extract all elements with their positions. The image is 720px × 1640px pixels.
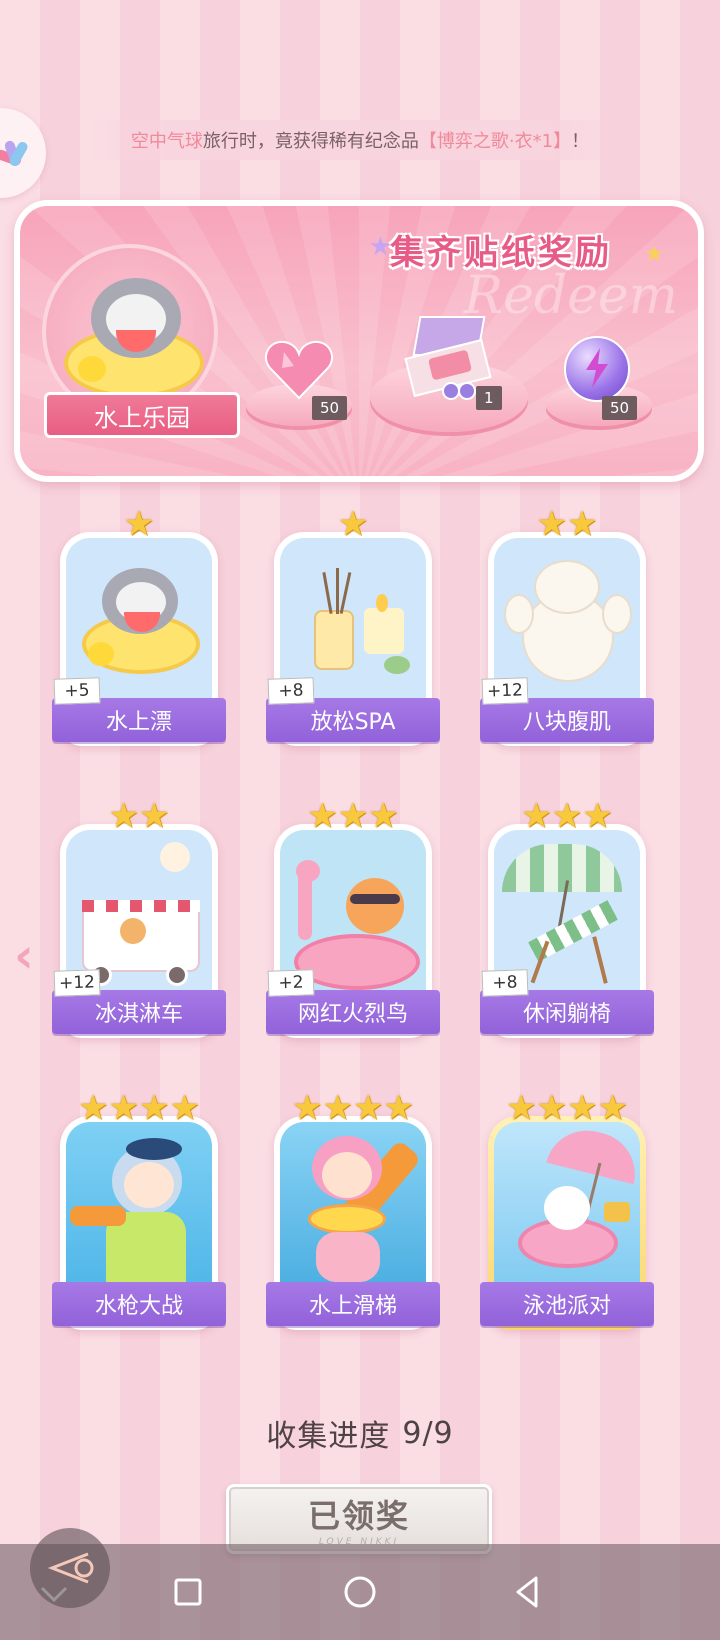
star-icon: ★ xyxy=(337,504,369,544)
sticker-card[interactable]: ★ ★ ★ ★ 水上滑梯 xyxy=(266,1091,440,1332)
star-icon: ★ xyxy=(506,1088,537,1128)
marquee-text: 旅行时，竟获得稀有纪念品 xyxy=(202,131,419,152)
reward-count: 50 xyxy=(602,396,638,420)
star-icon: ★ xyxy=(108,1088,139,1128)
star-icon: ★ xyxy=(322,1088,353,1128)
sticker-bonus: +12 xyxy=(53,969,101,997)
sticker-name: 网红火烈鸟 xyxy=(266,990,440,1034)
marquee-prefix: 空中气球 xyxy=(130,131,203,152)
panel-title: 集齐贴纸奖励 xyxy=(390,232,612,273)
sticker-name: 水枪大战 xyxy=(52,1282,226,1326)
recent-apps-icon[interactable] xyxy=(166,1570,210,1614)
star-icon: ★ xyxy=(353,1088,384,1128)
star-icon: ★ xyxy=(139,796,170,836)
star-icon: ★ xyxy=(78,1088,109,1128)
star-icon: ★ xyxy=(582,796,613,836)
star-rating: ★ xyxy=(52,506,226,542)
back-icon[interactable] xyxy=(506,1570,550,1614)
star-rating: ★ ★ ★ xyxy=(480,798,654,834)
sticker-name: 冰淇淋车 xyxy=(52,990,226,1034)
star-rating: ★ ★ xyxy=(52,798,226,834)
star-rating: ★ ★ ★ xyxy=(266,798,440,834)
star-icon: ★ xyxy=(597,1088,628,1128)
purple-energy-orb-icon[interactable] xyxy=(564,336,630,402)
sticker-image xyxy=(66,1122,212,1292)
collection-progress: 收集进度 9/9 xyxy=(0,1408,720,1458)
sticker-card[interactable]: ★ ★ 冰淇淋车 +12 xyxy=(52,799,226,1040)
star-rating: ★ ★ ★ ★ xyxy=(266,1090,440,1126)
star-icon: ★ xyxy=(536,1088,567,1128)
sticker-bonus: +8 xyxy=(481,969,529,997)
reward-count: 1 xyxy=(476,386,502,410)
gift-box-icon[interactable] xyxy=(402,316,498,400)
star-rating: ★ ★ xyxy=(480,506,654,542)
star-icon: ★ xyxy=(139,1088,170,1128)
sticker-card[interactable]: ★ ★ ★ 网红火烈鸟 +2 xyxy=(266,799,440,1040)
sticker-card[interactable]: ★ ★ ★ ★ 泳池派对 xyxy=(480,1091,654,1332)
announcement-marquee: 空中气球 旅行时，竟获得稀有纪念品 【博弈之歌·衣*1】 ！ xyxy=(90,120,630,160)
star-icon: ★ xyxy=(567,1088,598,1128)
theme-label: 水上乐园 xyxy=(44,392,240,438)
sticker-name: 泳池派对 xyxy=(480,1282,654,1326)
star-icon: ★ xyxy=(292,1088,323,1128)
sticker-bonus: +5 xyxy=(53,677,101,705)
pink-heart-gem-icon[interactable] xyxy=(264,338,334,400)
star-icon: ★ xyxy=(108,796,139,836)
star-icon: ★ xyxy=(536,504,567,544)
star-icon: ★ xyxy=(383,1088,414,1128)
star-icon: ★ xyxy=(123,504,155,544)
sticker-bonus: +12 xyxy=(481,677,529,705)
floating-menu-icon[interactable] xyxy=(0,108,46,198)
claimed-button-label: 已领奖 xyxy=(307,1497,410,1535)
progress-value: 9/9 xyxy=(402,1415,454,1451)
sticker-image xyxy=(280,1122,426,1292)
sticker-name: 八块腹肌 xyxy=(480,698,654,742)
star-icon: ★ xyxy=(521,796,552,836)
previous-page-arrow-icon[interactable]: ‹ xyxy=(14,928,34,984)
star-icon: ★ xyxy=(307,796,338,836)
sticker-name: 休闲躺椅 xyxy=(480,990,654,1034)
star-icon: ★ xyxy=(368,796,399,836)
sticker-bonus: +8 xyxy=(267,677,315,705)
star-icon: ★ xyxy=(567,504,598,544)
marquee-suffix: ！ xyxy=(571,131,590,152)
star-icon: ★ xyxy=(169,1088,200,1128)
sticker-card[interactable]: ★ ★ 八块腹肌 +12 xyxy=(480,507,654,748)
sticker-image xyxy=(494,1122,640,1292)
sticker-name: 水上滑梯 xyxy=(266,1282,440,1326)
star-rating: ★ ★ ★ ★ xyxy=(52,1090,226,1126)
reward-count: 50 xyxy=(312,396,348,420)
star-rating: ★ xyxy=(266,506,440,542)
sticker-name: 放松SPA xyxy=(266,698,440,742)
progress-label: 收集进度 xyxy=(266,1419,391,1454)
star-icon: ★ xyxy=(551,796,583,836)
sticker-bonus: +2 xyxy=(267,969,315,997)
sticker-card[interactable]: ★ ★ ★ 休闲躺椅 +8 xyxy=(480,799,654,1040)
reward-panel: Redeem ★ ★ 集齐贴纸奖励 水上乐园 50 1 50 xyxy=(14,200,704,482)
star-decoration-icon: ★ xyxy=(644,242,664,267)
back-arrow-icon xyxy=(47,1552,94,1584)
sticker-name: 水上漂 xyxy=(52,698,226,742)
home-icon[interactable] xyxy=(338,1570,382,1614)
sticker-card[interactable]: ★ ★ ★ ★ 水枪大战 xyxy=(52,1091,226,1332)
star-rating: ★ ★ ★ ★ xyxy=(480,1090,654,1126)
sticker-card[interactable]: ★ 水上漂 +5 xyxy=(52,507,226,748)
star-icon: ★ xyxy=(337,796,369,836)
sticker-card[interactable]: ★ 放松SPA +8 xyxy=(266,507,440,748)
floating-back-button[interactable] xyxy=(30,1528,110,1608)
marquee-item: 【博弈之歌·衣*1】 xyxy=(418,131,572,152)
